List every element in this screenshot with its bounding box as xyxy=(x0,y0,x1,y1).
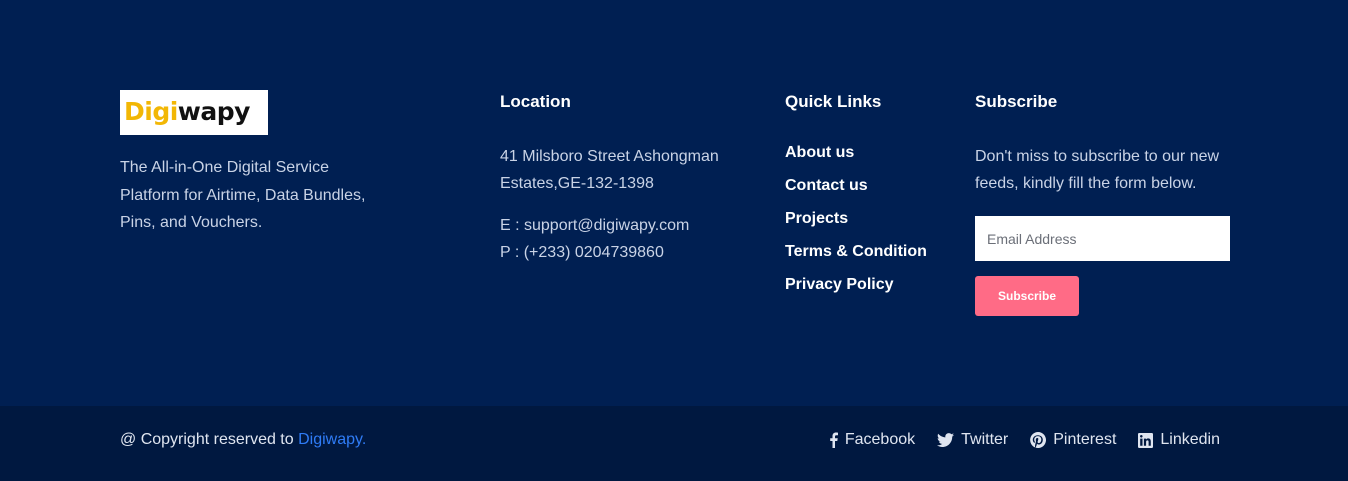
brand-description: The All-in-One Digital Service Platform … xyxy=(120,159,366,231)
linkedin-label: Linkedin xyxy=(1160,431,1220,448)
facebook-label: Facebook xyxy=(844,431,916,448)
footer-bottom-bar: @ Copyright reserved to Digiwapy. Facebo… xyxy=(0,406,1348,481)
subscribe-text: Don't miss to subscribe to our new feeds… xyxy=(975,148,1220,192)
copyright: @ Copyright reserved to Digiwapy. xyxy=(120,430,366,450)
contact-email: E : support@digiwapy.com xyxy=(500,217,690,234)
copyright-brand-link[interactable]: Digiwapy. xyxy=(298,431,366,448)
brand-logo[interactable]: Digiwapy xyxy=(120,90,268,135)
social-pinterest-link[interactable]: Pinterest xyxy=(1030,430,1116,450)
location-column: Location 41 Milsboro Street Ashongman Es… xyxy=(500,90,750,266)
social-links: Facebook Twitter Pinterest Linkedin xyxy=(829,430,1220,450)
subscribe-column: Subscribe Don't miss to subscribe to our… xyxy=(975,90,1230,316)
subscribe-heading: Subscribe xyxy=(975,92,1058,111)
link-projects[interactable]: Projects xyxy=(785,209,955,229)
logo-text-part1: Digi xyxy=(124,97,178,126)
pinterest-icon xyxy=(1030,432,1047,448)
facebook-icon xyxy=(830,432,838,448)
email-field[interactable] xyxy=(975,216,1230,261)
footer-main: Digiwapy The All-in-One Digital Service … xyxy=(0,0,1348,406)
social-twitter-link[interactable]: Twitter xyxy=(937,430,1008,450)
contact-phone: P : (+233) 0204739860 xyxy=(500,244,664,261)
quick-links-list: About us Contact us Projects Terms & Con… xyxy=(785,143,955,295)
link-privacy-policy[interactable]: Privacy Policy xyxy=(785,275,955,295)
location-contact: E : support@digiwapy.com P : (+233) 0204… xyxy=(500,212,750,266)
link-contact-us[interactable]: Contact us xyxy=(785,176,955,196)
link-about-us[interactable]: About us xyxy=(785,143,955,163)
brand-column: Digiwapy The All-in-One Digital Service … xyxy=(120,90,390,237)
twitter-label: Twitter xyxy=(961,431,1009,448)
location-heading: Location xyxy=(500,92,571,111)
location-address: 41 Milsboro Street Ashongman Estates,GE-… xyxy=(500,148,719,192)
link-terms-condition[interactable]: Terms & Condition xyxy=(785,242,955,262)
quick-links-heading: Quick Links xyxy=(785,92,882,111)
pinterest-label: Pinterest xyxy=(1053,431,1117,448)
linkedin-icon xyxy=(1138,432,1154,448)
copyright-text: @ Copyright reserved to xyxy=(120,431,299,448)
social-facebook-link[interactable]: Facebook xyxy=(829,430,915,450)
quick-links-column: Quick Links About us Contact us Projects… xyxy=(785,90,955,308)
logo-text-part2: wapy xyxy=(177,97,251,126)
subscribe-button[interactable]: Subscribe xyxy=(975,276,1079,316)
social-linkedin-link[interactable]: Linkedin xyxy=(1138,430,1220,450)
twitter-icon xyxy=(937,433,955,447)
